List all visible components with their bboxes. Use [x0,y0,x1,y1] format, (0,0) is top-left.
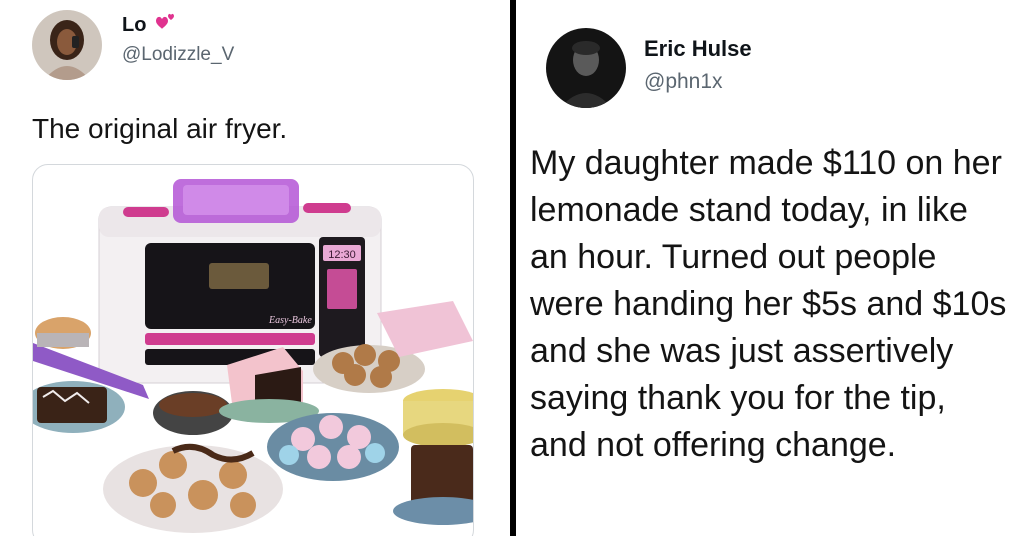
user-handle[interactable]: @phn1x [644,70,723,94]
pink-heart-icon [150,12,178,39]
display-name[interactable]: Lo [122,14,146,37]
tweet-media-image[interactable]: 12:30 Easy-Bake [32,164,474,536]
avatar[interactable] [546,28,626,108]
oven-brand: Easy-Bake [268,315,312,326]
tweet-text: My daughter made $110 on her lemonade st… [530,144,1007,464]
tweet-phn1x: Eric Hulse @phn1x My daughter made $110 … [516,0,1024,536]
display-name[interactable]: Eric Hulse [644,36,752,62]
tweet-lodizzle: Lo @Lodizzle_V The original air fryer. 1… [0,0,510,536]
avatar[interactable] [32,10,102,80]
oven-clock: 12:30 [328,249,356,261]
user-handle[interactable]: @Lodizzle_V [122,44,234,66]
tweet-text: The original air fryer. [32,113,288,144]
